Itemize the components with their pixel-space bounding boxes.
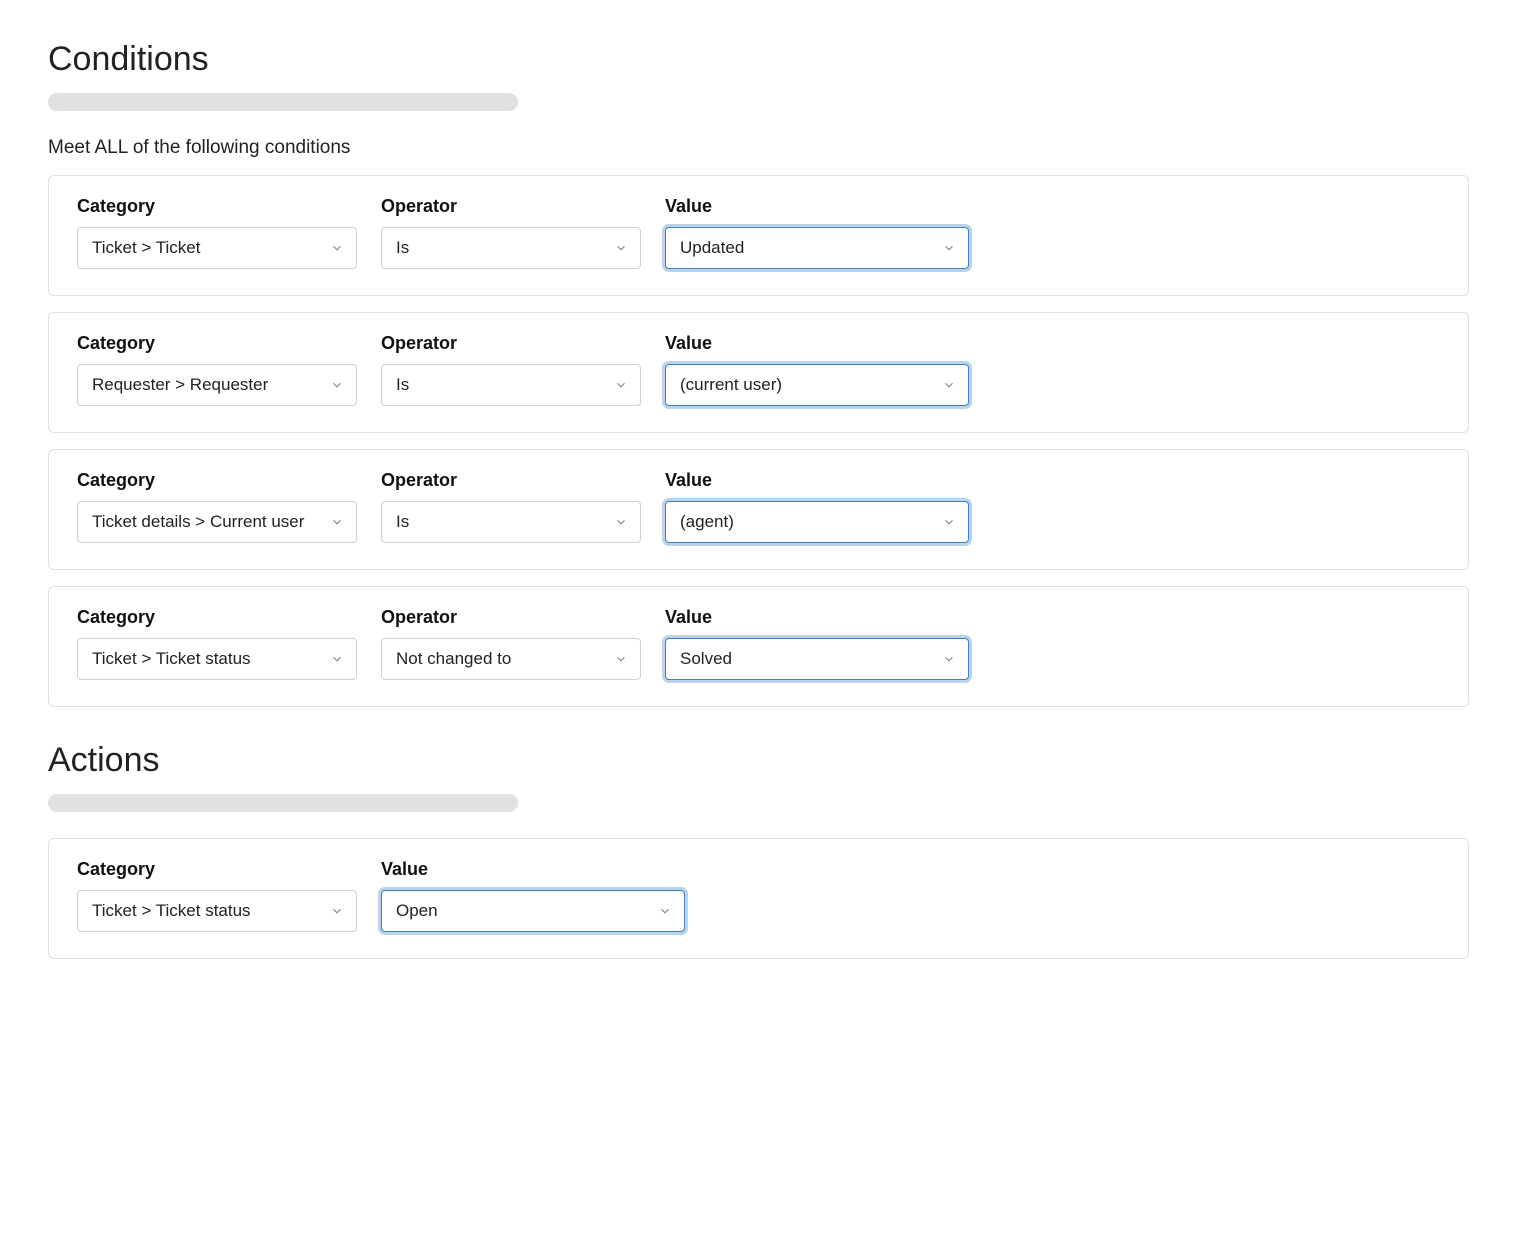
chevron-down-icon	[614, 241, 628, 255]
conditions-section: Conditions Meet ALL of the following con…	[48, 40, 1469, 707]
chevron-down-icon	[330, 378, 344, 392]
value-select[interactable]: Solved	[665, 638, 969, 680]
condition-row: Category Requester > Requester Operator …	[48, 312, 1469, 433]
chevron-down-icon	[658, 904, 672, 918]
condition-row: Category Ticket > Ticket status Operator…	[48, 586, 1469, 707]
category-select[interactable]: Ticket details > Current user	[77, 501, 357, 543]
chevron-down-icon	[942, 241, 956, 255]
value-select[interactable]: Open	[381, 890, 685, 932]
category-label: Category	[77, 470, 357, 491]
operator-select[interactable]: Is	[381, 227, 641, 269]
chevron-down-icon	[330, 515, 344, 529]
value-label: Value	[665, 333, 969, 354]
conditions-description-placeholder	[48, 93, 518, 111]
category-select-value: Ticket > Ticket	[92, 238, 200, 258]
actions-description-placeholder	[48, 794, 518, 812]
actions-heading: Actions	[48, 741, 1469, 780]
value-select[interactable]: (current user)	[665, 364, 969, 406]
value-select[interactable]: (agent)	[665, 501, 969, 543]
condition-row: Category Ticket details > Current user O…	[48, 449, 1469, 570]
category-label: Category	[77, 607, 357, 628]
chevron-down-icon	[330, 652, 344, 666]
operator-select[interactable]: Not changed to	[381, 638, 641, 680]
value-label: Value	[665, 607, 969, 628]
category-select-value: Ticket > Ticket status	[92, 901, 251, 921]
chevron-down-icon	[942, 515, 956, 529]
value-label: Value	[665, 470, 969, 491]
operator-select-value: Is	[396, 375, 409, 395]
value-select-value: (agent)	[680, 512, 734, 532]
category-select[interactable]: Ticket > Ticket status	[77, 890, 357, 932]
operator-label: Operator	[381, 196, 641, 217]
operator-select[interactable]: Is	[381, 364, 641, 406]
chevron-down-icon	[942, 378, 956, 392]
operator-label: Operator	[381, 333, 641, 354]
operator-select[interactable]: Is	[381, 501, 641, 543]
category-select[interactable]: Ticket > Ticket	[77, 227, 357, 269]
value-label: Value	[381, 859, 685, 880]
operator-select-value: Is	[396, 512, 409, 532]
category-select[interactable]: Requester > Requester	[77, 364, 357, 406]
chevron-down-icon	[942, 652, 956, 666]
category-select-value: Ticket > Ticket status	[92, 649, 251, 669]
value-select-value: Updated	[680, 238, 744, 258]
operator-label: Operator	[381, 470, 641, 491]
category-label: Category	[77, 196, 357, 217]
category-select-value: Requester > Requester	[92, 375, 268, 395]
actions-section: Actions Category Ticket > Ticket status …	[48, 741, 1469, 959]
chevron-down-icon	[614, 515, 628, 529]
category-label: Category	[77, 859, 357, 880]
operator-label: Operator	[381, 607, 641, 628]
value-select-value: (current user)	[680, 375, 782, 395]
conditions-heading: Conditions	[48, 40, 1469, 79]
value-label: Value	[665, 196, 969, 217]
operator-select-value: Not changed to	[396, 649, 511, 669]
conditions-subheading: Meet ALL of the following conditions	[48, 137, 1469, 159]
chevron-down-icon	[614, 378, 628, 392]
value-select-value: Open	[396, 901, 438, 921]
value-select-value: Solved	[680, 649, 732, 669]
category-label: Category	[77, 333, 357, 354]
chevron-down-icon	[330, 241, 344, 255]
value-select[interactable]: Updated	[665, 227, 969, 269]
category-select[interactable]: Ticket > Ticket status	[77, 638, 357, 680]
action-row: Category Ticket > Ticket status Value Op…	[48, 838, 1469, 959]
category-select-value: Ticket details > Current user	[92, 512, 304, 532]
chevron-down-icon	[330, 904, 344, 918]
chevron-down-icon	[614, 652, 628, 666]
condition-row: Category Ticket > Ticket Operator Is Val…	[48, 175, 1469, 296]
operator-select-value: Is	[396, 238, 409, 258]
